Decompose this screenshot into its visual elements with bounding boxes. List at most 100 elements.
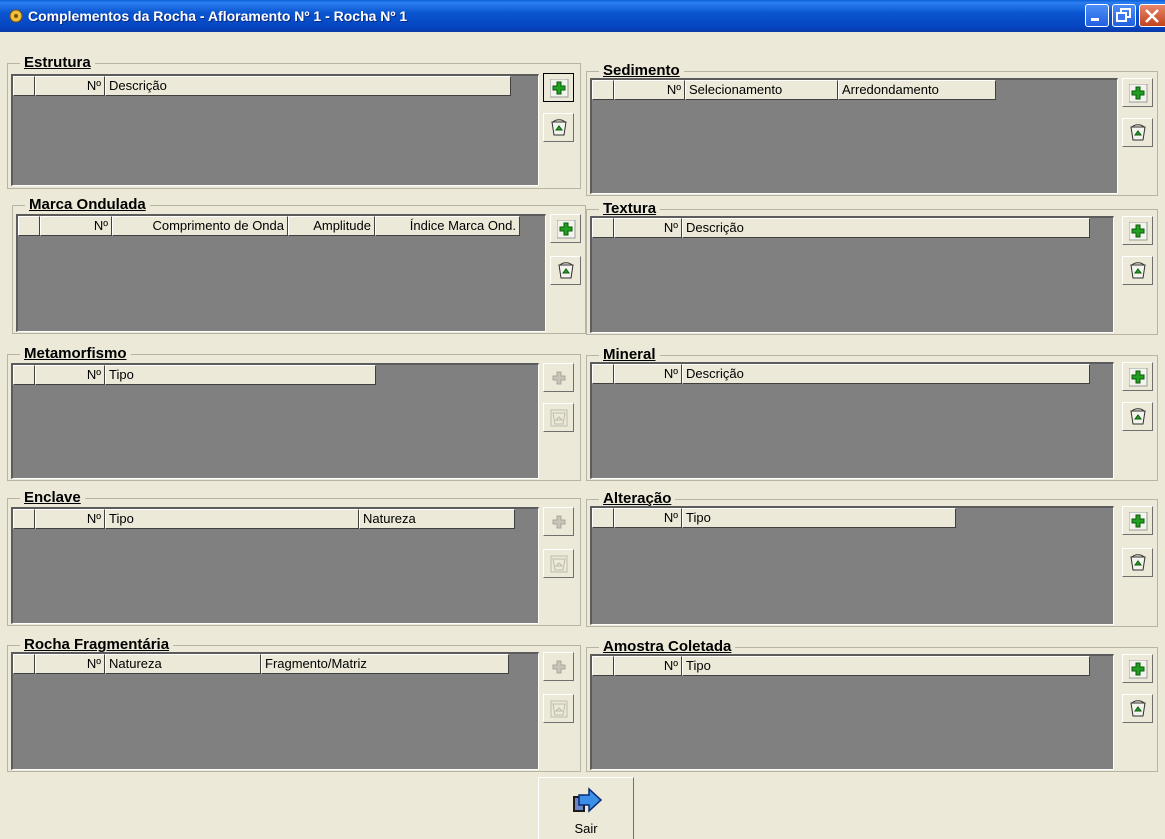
- col-header[interactable]: Comprimento de Onda: [112, 216, 288, 236]
- row-indicator-header: [18, 216, 40, 236]
- grid-header: Nº Tipo: [592, 656, 1090, 676]
- add-icon: [550, 79, 569, 98]
- col-header[interactable]: Nº: [35, 509, 105, 529]
- rocha-fragmentaria-add-button: [543, 652, 574, 681]
- group-title: Mineral: [599, 347, 660, 363]
- add-icon: [552, 515, 566, 529]
- grid-header: Nº Descrição: [592, 218, 1090, 238]
- trash-bin-icon: [558, 262, 574, 279]
- amostra-coletada-delete-button[interactable]: [1122, 694, 1153, 723]
- textura-add-button[interactable]: [1122, 216, 1153, 245]
- col-header[interactable]: Nº: [35, 76, 105, 96]
- minimize-button[interactable]: [1085, 4, 1109, 27]
- marca-ondulada-delete-button[interactable]: [550, 256, 581, 285]
- alteracao-add-button[interactable]: [1122, 506, 1153, 535]
- close-icon: [1145, 9, 1159, 23]
- col-header[interactable]: Nº: [40, 216, 112, 236]
- group-title: Alteração: [599, 491, 676, 507]
- col-header[interactable]: Arredondamento: [838, 80, 996, 100]
- mineral-delete-button[interactable]: [1122, 402, 1153, 431]
- col-header[interactable]: Nº: [614, 508, 682, 528]
- col-header[interactable]: Natureza: [105, 654, 261, 674]
- alteracao-delete-button[interactable]: [1122, 548, 1153, 577]
- amostra-coletada-grid[interactable]: Nº Tipo: [590, 654, 1114, 770]
- exit-button[interactable]: Sair: [538, 777, 634, 839]
- trash-bin-icon: [1130, 124, 1146, 141]
- row-indicator-header: [592, 218, 614, 238]
- alteracao-grid[interactable]: Nº Tipo: [590, 506, 1114, 625]
- trash-bin-icon: [1130, 554, 1146, 571]
- estrutura-grid[interactable]: Nº Descrição: [11, 74, 539, 186]
- col-header[interactable]: Tipo: [682, 508, 956, 528]
- col-header[interactable]: Nº: [614, 218, 682, 238]
- metamorfismo-add-button: [543, 363, 574, 392]
- add-icon: [552, 371, 566, 385]
- row-indicator-header: [13, 509, 35, 529]
- col-header[interactable]: Nº: [614, 80, 685, 100]
- row-indicator-header: [592, 364, 614, 384]
- sedimento-add-button[interactable]: [1122, 78, 1153, 107]
- grid-header: Nº Comprimento de Onda Amplitude Índice …: [18, 216, 520, 236]
- textura-grid[interactable]: Nº Descrição: [590, 216, 1114, 333]
- col-header[interactable]: Tipo: [682, 656, 1090, 676]
- trash-bin-icon: [550, 555, 568, 573]
- estrutura-delete-button[interactable]: [543, 113, 574, 142]
- title-bar: Complementos da Rocha - Afloramento Nº 1…: [0, 0, 1165, 32]
- group-estrutura: Estrutura Nº Descrição: [7, 55, 581, 189]
- restore-button[interactable]: [1112, 4, 1136, 27]
- rocha-fragmentaria-delete-button: [543, 694, 574, 723]
- sedimento-delete-button[interactable]: [1122, 118, 1153, 147]
- close-button[interactable]: [1139, 4, 1165, 27]
- enclave-grid[interactable]: Nº Tipo Natureza: [11, 507, 539, 624]
- textura-delete-button[interactable]: [1122, 256, 1153, 285]
- group-title: Sedimento: [599, 63, 684, 79]
- mineral-add-button[interactable]: [1122, 362, 1153, 391]
- col-header[interactable]: Nº: [614, 364, 682, 384]
- col-header[interactable]: Nº: [35, 654, 105, 674]
- add-icon: [557, 220, 576, 239]
- col-header[interactable]: Amplitude: [288, 216, 375, 236]
- amostra-coletada-add-button[interactable]: [1122, 654, 1153, 683]
- col-header[interactable]: Tipo: [105, 509, 359, 529]
- add-icon: [1129, 660, 1148, 679]
- group-mineral: Mineral Nº Descrição: [586, 347, 1158, 481]
- metamorfismo-grid[interactable]: Nº Tipo: [11, 363, 539, 479]
- grid-header: Nº Descrição: [592, 364, 1090, 384]
- group-marca-ondulada: Marca Ondulada Nº Comprimento de Onda Am…: [12, 197, 586, 334]
- col-header[interactable]: Índice Marca Ond.: [375, 216, 520, 236]
- group-title: Textura: [599, 201, 661, 217]
- trash-bin-icon: [550, 700, 568, 718]
- trash-bin-icon: [551, 119, 567, 136]
- mineral-grid[interactable]: Nº Descrição: [590, 362, 1114, 479]
- group-title: Rocha Fragmentária: [20, 637, 174, 653]
- row-indicator-header: [592, 656, 614, 676]
- add-icon: [1129, 512, 1148, 531]
- col-header[interactable]: Nº: [614, 656, 682, 676]
- col-header[interactable]: Fragmento/Matriz: [261, 654, 509, 674]
- col-header[interactable]: Natureza: [359, 509, 515, 529]
- col-header[interactable]: Nº: [35, 365, 105, 385]
- estrutura-add-button[interactable]: [543, 73, 574, 102]
- exit-label: Sair: [574, 821, 598, 836]
- col-header[interactable]: Descrição: [682, 364, 1090, 384]
- marca-ondulada-grid[interactable]: Nº Comprimento de Onda Amplitude Índice …: [16, 214, 546, 332]
- group-textura: Textura Nº Descrição: [586, 201, 1158, 335]
- metamorfismo-delete-button: [543, 403, 574, 432]
- col-header[interactable]: Descrição: [682, 218, 1090, 238]
- group-enclave: Enclave Nº Tipo Natureza: [7, 490, 581, 626]
- add-icon: [1129, 368, 1148, 387]
- group-rocha-fragmentaria: Rocha Fragmentária Nº Natureza Fragmento…: [7, 637, 581, 772]
- exit-arrow-icon: [573, 787, 603, 813]
- row-indicator-header: [13, 654, 35, 674]
- rocha-fragmentaria-grid[interactable]: Nº Natureza Fragmento/Matriz: [11, 652, 539, 770]
- row-indicator-header: [13, 365, 35, 385]
- marca-ondulada-add-button[interactable]: [550, 214, 581, 243]
- trash-bin-icon: [1130, 408, 1146, 425]
- grid-header: Nº Tipo: [592, 508, 956, 528]
- sedimento-grid[interactable]: Nº Selecionamento Arredondamento: [590, 78, 1118, 194]
- group-metamorfismo: Metamorfismo Nº Tipo: [7, 346, 581, 481]
- col-header[interactable]: Descrição: [105, 76, 511, 96]
- group-alteracao: Alteração Nº Tipo: [586, 491, 1158, 627]
- col-header[interactable]: Tipo: [105, 365, 376, 385]
- col-header[interactable]: Selecionamento: [685, 80, 838, 100]
